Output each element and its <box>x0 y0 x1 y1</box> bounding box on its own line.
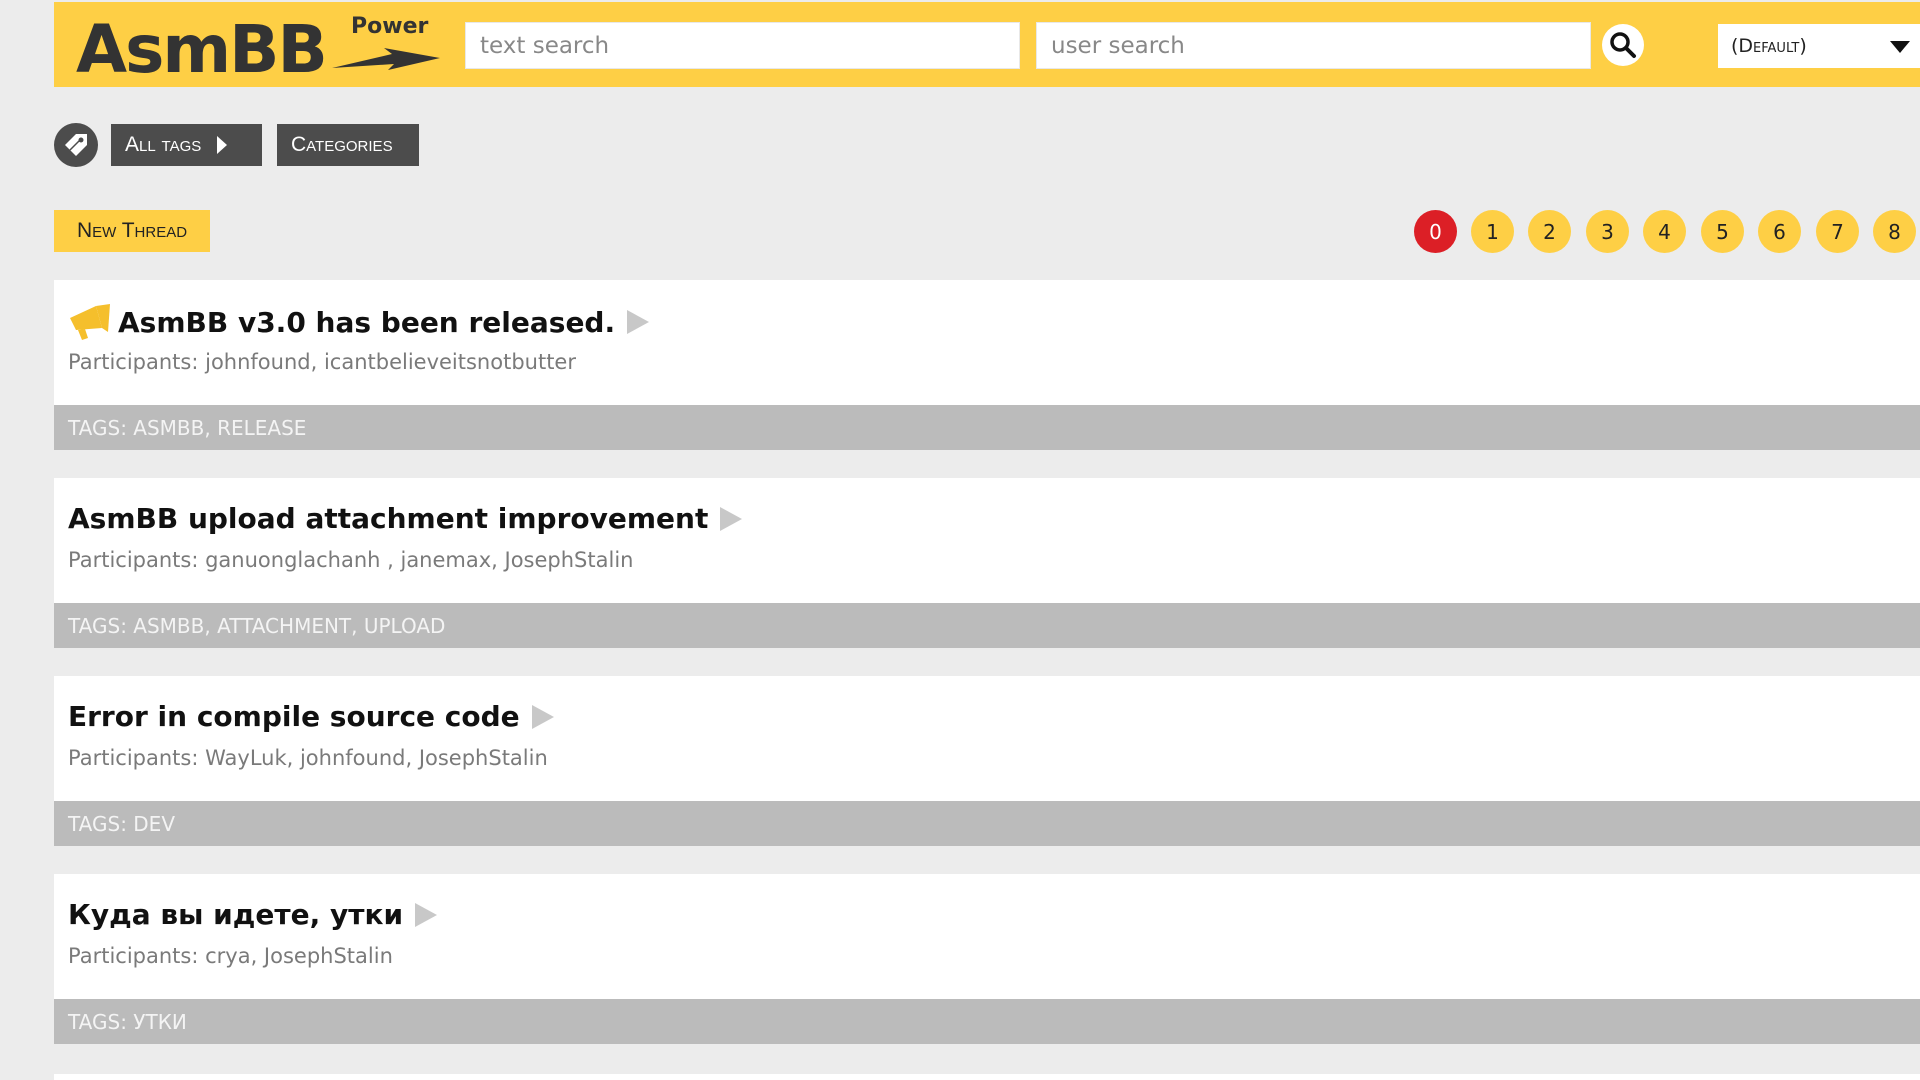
megaphone-icon <box>70 304 110 340</box>
play-icon <box>627 310 650 334</box>
logo-power-label: Power <box>351 14 429 39</box>
thread-item: Куда вы идете, утки Participants: crya, … <box>54 874 1920 1044</box>
thread-participants: Participants: WayLuk, johnfound, JosephS… <box>68 746 548 770</box>
thread-title: AsmBB upload attachment improvement <box>68 502 709 535</box>
thread-title-link[interactable]: Куда вы идете, утки <box>68 898 438 931</box>
logo[interactable]: AsmBB <box>76 10 328 90</box>
categories-label: Categories <box>291 133 393 156</box>
play-icon <box>415 902 438 927</box>
page-link[interactable]: 3 <box>1586 210 1629 253</box>
thread-tags: TAGS: DEV <box>54 801 1920 846</box>
thread-item: AsmBB v3.0 has been released. Participan… <box>54 280 1920 450</box>
thread-title-link[interactable]: AsmBB upload attachment improvement <box>68 502 743 535</box>
search-button[interactable] <box>1602 24 1644 66</box>
thread-item: AsmBB upload attachment improvement Part… <box>54 478 1920 648</box>
categories-button[interactable]: Categories <box>277 124 419 166</box>
page-link-current[interactable]: 0 <box>1414 210 1457 253</box>
arrow-right-icon <box>217 136 228 154</box>
tags-button[interactable] <box>54 123 98 167</box>
page-link[interactable]: 2 <box>1528 210 1571 253</box>
new-thread-label: New Thread <box>76 219 188 242</box>
skin-select-value: (Default) <box>1731 35 1807 57</box>
all-tags-button[interactable]: All tags <box>111 124 262 166</box>
dropdown-arrow-icon <box>1890 41 1910 53</box>
play-icon <box>531 704 554 729</box>
header-bar: AsmBB Power (Default) G <box>54 2 1920 90</box>
thread-participants: Participants: ganuonglachanh , janemax, … <box>68 548 634 572</box>
thread-title-link[interactable]: AsmBB v3.0 has been released. <box>68 304 650 340</box>
page-link[interactable]: 6 <box>1758 210 1801 253</box>
thread-participants: Participants: crya, JosephStalin <box>68 944 393 968</box>
page-link[interactable]: 1 <box>1471 210 1514 253</box>
thread-tags: TAGS: ASMBB, RELEASE <box>54 405 1920 450</box>
thread-title-link[interactable]: Error in compile source code <box>68 700 554 733</box>
skin-select[interactable]: (Default) <box>1718 24 1920 68</box>
page-link[interactable]: 7 <box>1816 210 1859 253</box>
play-icon <box>720 506 743 531</box>
search-icon <box>1610 32 1636 58</box>
thread-item-partial <box>54 1074 1920 1080</box>
thread-tags: TAGS: УТКИ <box>54 999 1920 1044</box>
text-search-input[interactable] <box>465 22 1020 69</box>
thread-title: Error in compile source code <box>68 700 520 733</box>
thread-participants: Participants: johnfound, icantbelieveits… <box>68 350 576 374</box>
page-link[interactable]: 8 <box>1873 210 1916 253</box>
thread-title: AsmBB v3.0 has been released. <box>118 305 616 339</box>
thread-item: Error in compile source code Participant… <box>54 676 1920 846</box>
thread-title: Куда вы идете, утки <box>68 898 404 931</box>
all-tags-label: All tags <box>125 133 202 156</box>
tags-icon <box>65 134 87 156</box>
new-thread-button[interactable]: New Thread <box>54 210 210 252</box>
page-link[interactable]: 4 <box>1643 210 1686 253</box>
user-search-input[interactable] <box>1036 22 1591 69</box>
power-bolt-icon <box>332 48 440 70</box>
page-link[interactable]: 5 <box>1701 210 1744 253</box>
thread-tags: TAGS: ASMBB, ATTACHMENT, UPLOAD <box>54 603 1920 648</box>
